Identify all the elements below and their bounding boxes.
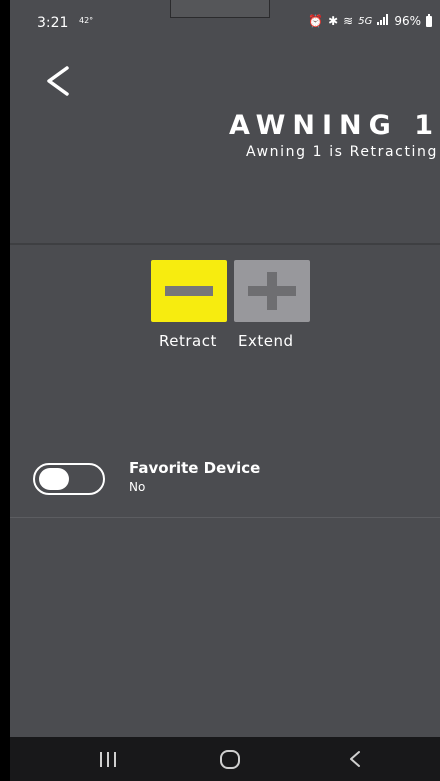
back-icon: [350, 751, 360, 767]
system-nav-bar: [10, 737, 440, 781]
recents-button[interactable]: [96, 747, 120, 771]
home-icon: [220, 750, 240, 769]
status-bar: 3:21 42° ⏰ ✱ ≋ 5G 96%: [10, 0, 440, 44]
back-button[interactable]: [42, 62, 78, 102]
minus-icon: [165, 286, 213, 296]
toggle-knob: [39, 468, 69, 490]
status-temperature: 42°: [79, 16, 94, 25]
battery-icon: [426, 13, 432, 27]
network-5g-icon: 5G: [358, 15, 373, 27]
device-status-text: Awning 1 is Retracting: [246, 144, 438, 160]
favorite-toggle[interactable]: [33, 463, 105, 495]
nav-back-button[interactable]: [345, 747, 365, 771]
divider: [10, 243, 440, 245]
bluetooth-icon: ✱: [328, 14, 339, 28]
extend-label: Extend: [238, 332, 294, 350]
status-icons: ⏰ ✱ ≋ 5G 96%: [308, 13, 432, 28]
signal-icon: [377, 14, 389, 28]
retract-button[interactable]: [151, 260, 227, 322]
page-title: AWNING 1: [228, 110, 440, 141]
extend-button[interactable]: [234, 260, 310, 322]
mute-icon: ≋: [343, 14, 354, 28]
favorite-device-label: Favorite Device: [129, 459, 261, 477]
alarm-icon: ⏰: [308, 14, 324, 28]
battery-percent: 96%: [394, 14, 421, 28]
back-chevron-icon: [47, 66, 69, 96]
plus-icon: [248, 272, 296, 310]
recents-icon: [100, 752, 116, 767]
app-screen: 3:21 42° ⏰ ✱ ≋ 5G 96% AWNING 1 Awning 1 …: [10, 0, 440, 781]
home-button[interactable]: [218, 747, 242, 771]
favorite-device-value: No: [129, 480, 146, 494]
divider: [10, 517, 440, 518]
retract-label: Retract: [159, 332, 217, 350]
status-time: 3:21: [37, 15, 69, 31]
